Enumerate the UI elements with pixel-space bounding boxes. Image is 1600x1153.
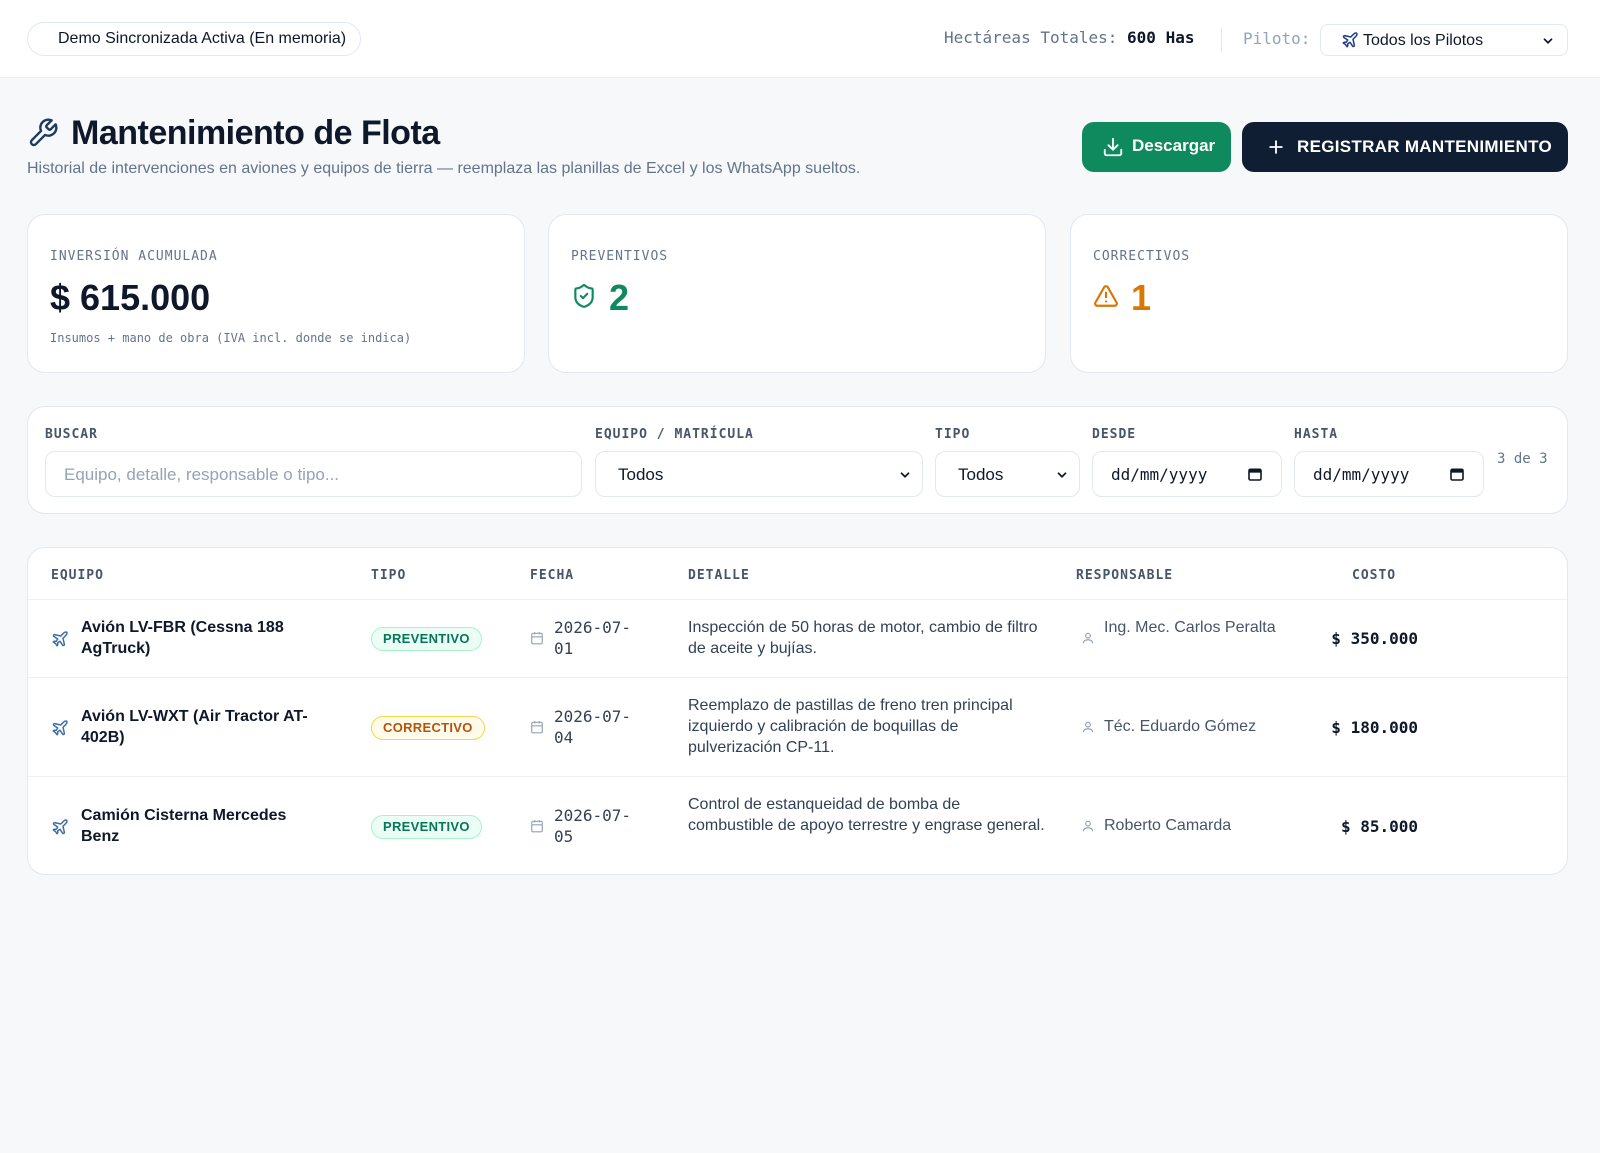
kpi-correctivos-label: CORRECTIVOS bbox=[1093, 249, 1191, 264]
tipo-badge: CORRECTIVO bbox=[371, 716, 485, 740]
tipo-label: TIPO bbox=[935, 427, 971, 442]
equipo-select-value: Todos bbox=[618, 465, 664, 484]
th-equipo: EQUIPO bbox=[51, 568, 104, 583]
search-placeholder: Equipo, detalle, responsable o tipo... bbox=[64, 465, 340, 484]
download-button[interactable]: Descargar bbox=[1082, 122, 1231, 172]
top-bar: Demo Sincronizada Activa (En memoria) He… bbox=[0, 0, 1600, 78]
hasta-date-value: dd/mm/yyyy bbox=[1313, 465, 1410, 484]
calendar-icon bbox=[531, 820, 543, 833]
page-subtitle: Historial de intervenciones en aviones y… bbox=[27, 160, 861, 177]
chevron-down-icon bbox=[900, 472, 910, 478]
user-icon bbox=[1082, 721, 1094, 733]
hasta-label: HASTA bbox=[1294, 427, 1339, 442]
desde-date-value: dd/mm/yyyy bbox=[1111, 465, 1208, 484]
equipo-select[interactable]: Todos bbox=[595, 451, 923, 497]
divider bbox=[1221, 28, 1222, 52]
maintenance-table: EQUIPO TIPO FECHA DETALLE RESPONSABLE CO… bbox=[27, 547, 1568, 875]
demo-status-badge: Demo Sincronizada Activa (En memoria) bbox=[27, 22, 362, 56]
table-header: EQUIPO TIPO FECHA DETALLE RESPONSABLE CO… bbox=[28, 548, 1567, 600]
hectareas-total: Hectáreas Totales: 600 Has bbox=[944, 28, 1194, 47]
responsable: Ing. Mec. Carlos Peralta bbox=[1104, 619, 1276, 636]
chevron-down-icon bbox=[1543, 38, 1553, 44]
kpi-inversion-value: $ 615.000 bbox=[50, 277, 211, 318]
fecha: 2026-07-04 bbox=[554, 707, 632, 747]
th-costo: COSTO bbox=[1352, 568, 1397, 583]
tipo-select-value: Todos bbox=[958, 465, 1004, 484]
plane-icon bbox=[52, 631, 68, 647]
tipo-select[interactable]: Todos bbox=[935, 451, 1080, 497]
detalle: Control de estanqueidad de bomba de comb… bbox=[688, 796, 1045, 834]
th-detalle: DETALLE bbox=[688, 568, 750, 583]
warning-triangle-icon bbox=[1094, 285, 1118, 307]
tipo-badge: PREVENTIVO bbox=[371, 627, 482, 651]
kpi-inversion-note: Insumos + mano de obra (IVA incl. donde … bbox=[50, 331, 412, 345]
calendar-icon bbox=[531, 721, 543, 734]
fecha: 2026-07-01 bbox=[554, 618, 632, 658]
shield-check-icon bbox=[574, 284, 594, 308]
equipo-name: Avión LV-WXT (Air Tractor AT-402B) bbox=[81, 708, 308, 746]
costo: $ 180.000 bbox=[1331, 718, 1418, 737]
kpi-preventivos-label: PREVENTIVOS bbox=[571, 249, 669, 264]
desde-label: DESDE bbox=[1092, 427, 1137, 442]
piloto-label: Piloto: bbox=[1243, 29, 1311, 48]
th-fecha: FECHA bbox=[530, 568, 575, 583]
hasta-date-input[interactable]: dd/mm/yyyy bbox=[1294, 451, 1484, 497]
results-count: 3 de 3 bbox=[1497, 451, 1548, 467]
filters-panel: BUSCAR Equipo, detalle, responsable o ti… bbox=[27, 406, 1568, 514]
download-label: Descargar bbox=[1132, 136, 1216, 155]
plane-icon bbox=[52, 720, 68, 736]
register-maintenance-button[interactable]: REGISTRAR MANTENIMIENTO bbox=[1242, 122, 1568, 172]
kpi-correctivos-card: CORRECTIVOS 1 bbox=[1070, 214, 1568, 373]
plus-icon bbox=[1269, 140, 1283, 154]
kpi-inversion-card: INVERSIÓN ACUMULADA $ 615.000 Insumos + … bbox=[27, 214, 525, 373]
th-responsable: RESPONSABLE bbox=[1076, 568, 1174, 583]
plane-icon bbox=[1342, 32, 1358, 48]
user-icon bbox=[1082, 820, 1094, 832]
hectareas-label: Hectáreas Totales: bbox=[944, 28, 1118, 47]
desde-date-input[interactable]: dd/mm/yyyy bbox=[1092, 451, 1282, 497]
download-icon bbox=[1103, 137, 1123, 157]
equipo-name: Camión Cisterna Mercedes Benz bbox=[81, 807, 287, 845]
fecha: 2026-07-05 bbox=[554, 806, 632, 846]
table-row[interactable]: Camión Cisterna Mercedes Benz PREVENTIVO… bbox=[28, 777, 1567, 874]
chevron-down-icon bbox=[1057, 472, 1067, 478]
kpi-preventivos-card: PREVENTIVOS 2 bbox=[548, 214, 1046, 373]
detalle: Inspección de 50 horas de motor, cambio … bbox=[688, 619, 1038, 657]
equipo-label: EQUIPO / MATRÍCULA bbox=[595, 427, 754, 442]
wrench-icon bbox=[29, 118, 58, 147]
kpi-correctivos-value: 1 bbox=[1131, 277, 1152, 318]
page-title: Mantenimiento de Flota bbox=[71, 114, 440, 152]
register-label: REGISTRAR MANTENIMIENTO bbox=[1297, 137, 1552, 156]
plane-icon bbox=[52, 819, 68, 835]
kpi-inversion-label: INVERSIÓN ACUMULADA bbox=[50, 249, 218, 264]
table-row[interactable]: Avión LV-WXT (Air Tractor AT-402B) CORRE… bbox=[28, 678, 1567, 777]
th-tipo: TIPO bbox=[371, 568, 407, 583]
table-row[interactable]: Avión LV-FBR (Cessna 188 AgTruck) PREVEN… bbox=[28, 600, 1567, 678]
search-input[interactable]: Equipo, detalle, responsable o tipo... bbox=[45, 451, 582, 497]
calendar-icon bbox=[1248, 468, 1262, 481]
calendar-icon bbox=[531, 632, 543, 645]
tipo-badge: PREVENTIVO bbox=[371, 815, 482, 839]
piloto-selected-value: Todos los Pilotos bbox=[1363, 32, 1484, 49]
buscar-label: BUSCAR bbox=[45, 427, 98, 442]
calendar-icon bbox=[1450, 468, 1464, 481]
piloto-select[interactable]: Todos los Pilotos bbox=[1320, 24, 1568, 56]
kpi-preventivos-value: 2 bbox=[609, 277, 630, 318]
hectareas-value: 600 Has bbox=[1127, 28, 1195, 47]
detalle: Reemplazo de pastillas de freno tren pri… bbox=[688, 697, 1013, 756]
equipo-name: Avión LV-FBR (Cessna 188 AgTruck) bbox=[81, 619, 284, 657]
user-icon bbox=[1082, 632, 1094, 644]
responsable: Téc. Eduardo Gómez bbox=[1104, 718, 1257, 735]
responsable: Roberto Camarda bbox=[1104, 817, 1232, 834]
costo: $ 85.000 bbox=[1340, 817, 1418, 836]
costo: $ 350.000 bbox=[1331, 629, 1418, 648]
